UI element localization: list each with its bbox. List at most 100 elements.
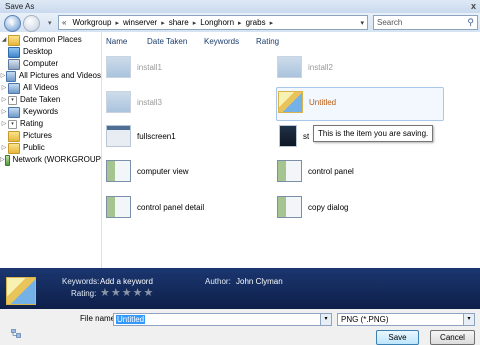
file-item[interactable]: copy dialog	[277, 196, 348, 218]
file-name-input[interactable]: Untitled	[113, 313, 330, 326]
breadcrumb-item[interactable]: share	[166, 18, 192, 27]
file-thumbnail	[106, 56, 131, 78]
search-folder-icon	[8, 82, 20, 94]
expand-arrow-icon[interactable]: ▷	[0, 118, 8, 130]
file-name-dropdown-icon[interactable]: ▾	[320, 313, 332, 326]
file-thumbnail	[106, 125, 131, 147]
breadcrumb-item[interactable]: grabs	[243, 18, 269, 27]
column-header-name[interactable]: Name	[106, 37, 127, 46]
sidebar-item-label: Public	[23, 143, 45, 152]
star-icon[interactable]: ★	[144, 288, 154, 299]
file-name: install2	[308, 62, 333, 72]
recent-pages-dropdown-icon[interactable]: ▾	[48, 19, 52, 27]
expand-arrow-icon[interactable]: ▷	[0, 82, 8, 94]
star-icon[interactable]: ★	[100, 288, 110, 299]
sidebar-item-public[interactable]: ▷ Public	[0, 142, 101, 154]
picture-icon	[278, 91, 303, 113]
address-bar[interactable]: « Workgroup ▸ winserver ▸ share ▸ Longho…	[58, 15, 368, 30]
sidebar-item-rating[interactable]: ▷ ▾ Rating	[0, 118, 101, 130]
sidebar-item-label: All Videos	[23, 83, 59, 92]
sidebar-item-all-pictures-and-videos[interactable]: ▷ All Pictures and Videos	[0, 70, 101, 82]
breadcrumb-item[interactable]: Longhorn	[197, 18, 237, 27]
expand-arrow-icon[interactable]: ▷	[0, 154, 5, 166]
breadcrumb-item[interactable]: Workgroup	[69, 18, 114, 27]
computer-icon	[8, 58, 20, 70]
file-item[interactable]: install3	[106, 91, 162, 113]
sidebar-item-computer[interactable]: Computer	[0, 58, 101, 70]
folder-icon	[8, 130, 20, 142]
file-name-label: File name:	[80, 314, 118, 323]
column-header-keywords[interactable]: Keywords	[204, 37, 239, 46]
file-item[interactable]: control panel detail	[106, 196, 204, 218]
collapse-arrow-icon[interactable]: ◢	[0, 34, 8, 46]
sidebar-item-label: Date Taken	[20, 95, 61, 104]
file-thumbnail	[277, 196, 302, 218]
sidebar-item-desktop[interactable]: Desktop	[0, 46, 101, 58]
file-name-value[interactable]: Untitled	[116, 315, 146, 324]
desktop-icon	[8, 46, 20, 58]
address-overflow-icon[interactable]: «	[59, 18, 69, 27]
hide-folders-icon[interactable]	[11, 329, 21, 338]
expand-arrow-icon[interactable]: ▷	[0, 106, 8, 118]
navigation-pane: ◢ Common Places Desktop Computer ▷ All P…	[0, 32, 102, 268]
search-input[interactable]: Search ⚲	[373, 15, 478, 30]
file-name: control panel	[308, 166, 354, 176]
sidebar-item-label: Common Places	[23, 35, 82, 44]
column-header-rating[interactable]: Rating	[256, 37, 279, 46]
expand-arrow-icon[interactable]: ▷	[0, 142, 8, 154]
dropdown-icon[interactable]: ▾	[8, 119, 17, 129]
file-item[interactable]: computer view	[106, 160, 189, 182]
file-item[interactable]: control panel	[277, 160, 354, 182]
file-item[interactable]: fullscreen1	[106, 125, 176, 147]
sidebar-item-label: Computer	[23, 59, 59, 68]
search-icon[interactable]: ⚲	[467, 16, 474, 29]
file-name: control panel detail	[137, 202, 205, 212]
sidebar-item-date-taken[interactable]: ▷ ▾ Date Taken	[0, 94, 101, 106]
expand-arrow-icon[interactable]: ▷	[0, 94, 8, 106]
breadcrumb-separator-icon[interactable]: ▸	[269, 19, 275, 27]
author-label: Author:	[205, 277, 231, 286]
sidebar-item-label: Pictures	[23, 131, 52, 140]
sidebar-item-common-places[interactable]: ◢ Common Places	[0, 34, 101, 46]
chevron-down-icon[interactable]: ▾	[463, 314, 474, 325]
title-bar	[0, 0, 480, 13]
sidebar-item-label: Rating	[20, 119, 44, 128]
sidebar-item-pictures[interactable]: Pictures	[0, 130, 101, 142]
file-name: install3	[137, 97, 162, 107]
breadcrumb-item[interactable]: winserver	[120, 18, 160, 27]
keywords-label: Keywords:	[62, 277, 100, 286]
sidebar-item-network[interactable]: ▷ Network (WORKGROUP	[0, 154, 101, 166]
file-item[interactable]: install1	[106, 56, 162, 78]
sidebar-item-all-videos[interactable]: ▷ All Videos	[0, 82, 101, 94]
file-item[interactable]: install2	[277, 56, 333, 78]
file-name: st	[303, 131, 310, 141]
forward-button[interactable]: ›	[23, 15, 40, 32]
star-icon[interactable]: ★	[122, 288, 132, 299]
sidebar-item-keywords[interactable]: ▷ Keywords	[0, 106, 101, 118]
column-header-date-taken[interactable]: Date Taken	[147, 37, 187, 46]
file-thumbnail	[277, 56, 302, 78]
file-thumbnail	[106, 160, 131, 182]
file-thumbnail	[277, 160, 302, 182]
star-icon[interactable]: ★	[133, 288, 143, 299]
file-type-select[interactable]: PNG (*.PNG) ▾	[337, 313, 475, 326]
search-folder-icon	[8, 106, 20, 118]
save-button[interactable]: Save	[376, 330, 419, 345]
star-icon[interactable]: ★	[111, 288, 121, 299]
dropdown-icon[interactable]: ▾	[8, 95, 17, 105]
file-thumbnail	[279, 125, 297, 147]
author-value[interactable]: John Clyman	[236, 277, 283, 286]
rating-stars[interactable]: ★ ★ ★ ★ ★	[100, 288, 154, 299]
file-item[interactable]: st	[279, 125, 309, 147]
close-icon[interactable]: x	[471, 1, 476, 11]
file-name: install1	[137, 62, 162, 72]
rating-label: Rating:	[71, 289, 97, 298]
cancel-button[interactable]: Cancel	[430, 330, 475, 345]
sidebar-item-label: All Pictures and Videos	[18, 71, 101, 80]
file-item-untitled[interactable]: Untitled	[278, 91, 336, 113]
keywords-field[interactable]: Add a keyword	[100, 277, 153, 286]
address-dropdown-icon[interactable]: ▾	[357, 19, 367, 27]
back-button[interactable]: ‹	[4, 15, 21, 32]
search-placeholder: Search	[377, 18, 403, 27]
sidebar-item-label: Keywords	[23, 107, 59, 116]
